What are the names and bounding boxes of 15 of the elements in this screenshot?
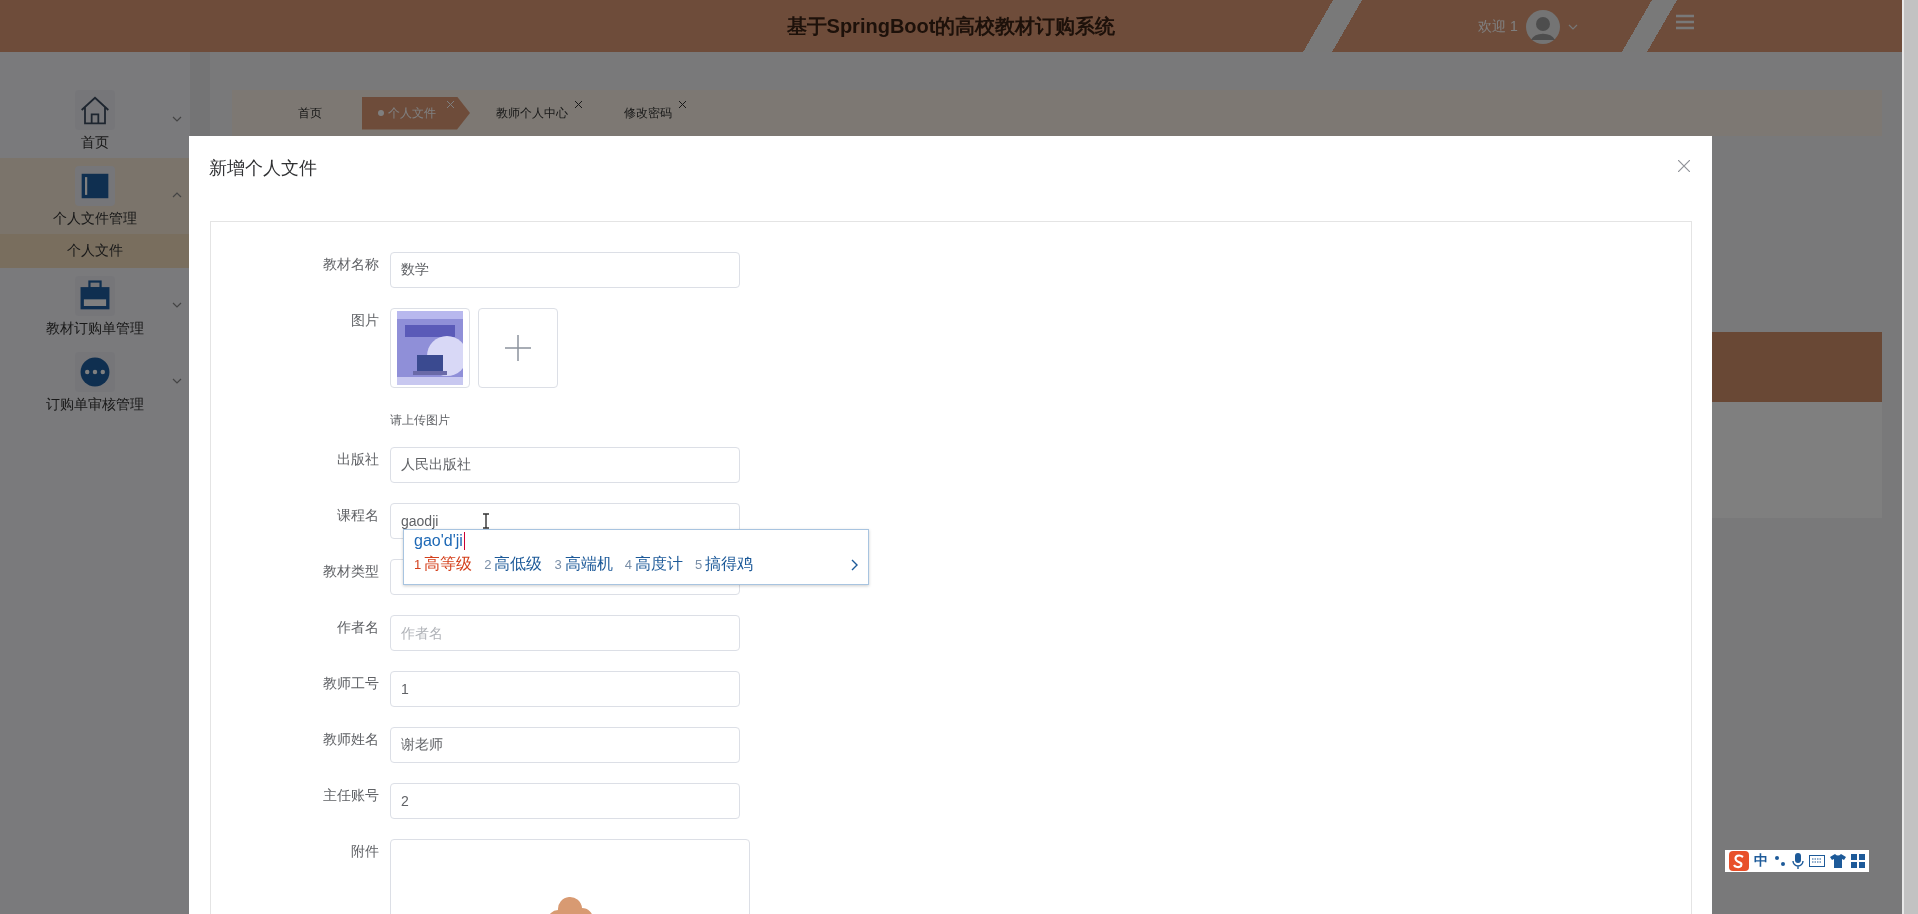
field-label: 教材名称 (322, 255, 379, 274)
field-label: 附件 (350, 842, 379, 861)
welcome-text: 欢迎 1 (1478, 18, 1518, 36)
field-label: 教师工号 (322, 674, 379, 693)
field-label: 教材类型 (322, 562, 379, 581)
app-title: 基于SpringBoot的高校教材订购系统 (786, 13, 1116, 39)
upload-hint: 请上传图片 (390, 412, 451, 429)
field-label: 课程名 (336, 506, 379, 525)
ime-composition: gao'd'ji (414, 532, 465, 550)
dialog-title: 新增个人文件 (209, 157, 317, 180)
field-label: 图片 (350, 311, 379, 330)
field-label: 教师姓名 (322, 730, 379, 749)
field-label: 作者名 (336, 618, 379, 637)
field-label: 主任账号 (322, 786, 379, 805)
field-label: 出版社 (336, 450, 379, 469)
